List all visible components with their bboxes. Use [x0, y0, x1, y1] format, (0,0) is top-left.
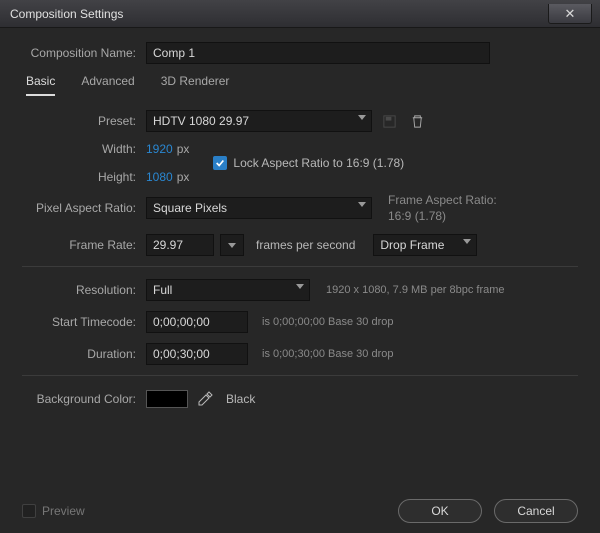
preset-label: Preset:	[22, 114, 146, 128]
duration-field[interactable]	[146, 343, 248, 365]
composition-name-input[interactable]	[146, 42, 490, 64]
titlebar: Composition Settings ✕	[0, 0, 600, 28]
preview-checkbox[interactable]: Preview	[22, 504, 85, 518]
background-color-name: Black	[226, 392, 255, 406]
preset-select[interactable]	[146, 110, 372, 132]
frame-rate-field[interactable]	[146, 234, 214, 256]
duration-hint: is 0;00;30;00 Base 30 drop	[262, 348, 393, 360]
cancel-button[interactable]: Cancel	[494, 499, 578, 523]
resolution-label: Resolution:	[22, 283, 146, 297]
resolution-hint: 1920 x 1080, 7.9 MB per 8bpc frame	[326, 284, 505, 296]
start-timecode-hint: is 0;00;00;00 Base 30 drop	[262, 316, 393, 328]
close-button[interactable]: ✕	[548, 4, 592, 24]
tab-advanced[interactable]: Advanced	[81, 74, 134, 96]
start-timecode-field[interactable]	[146, 311, 248, 333]
width-field[interactable]: 1920	[146, 142, 173, 156]
save-preset-button[interactable]	[378, 110, 400, 132]
start-timecode-label: Start Timecode:	[22, 315, 146, 329]
background-color-swatch[interactable]	[146, 390, 188, 408]
width-label: Width:	[22, 142, 146, 156]
drop-frame-select[interactable]	[373, 234, 477, 256]
frame-aspect-ratio-value: 16:9 (1.78)	[388, 208, 497, 224]
tab-3d-renderer[interactable]: 3D Renderer	[161, 74, 230, 96]
composition-name-label: Composition Name:	[22, 46, 146, 60]
pixel-aspect-ratio-select[interactable]	[146, 197, 372, 219]
trash-icon	[410, 114, 425, 129]
lock-aspect-label: Lock Aspect Ratio to 16:9 (1.78)	[233, 156, 404, 170]
resolution-select[interactable]	[146, 279, 310, 301]
height-unit: px	[177, 170, 190, 184]
frame-aspect-ratio-info: Frame Aspect Ratio: 16:9 (1.78)	[388, 192, 497, 224]
frame-rate-unit: frames per second	[256, 238, 355, 252]
preview-label: Preview	[42, 504, 85, 518]
frame-aspect-ratio-label: Frame Aspect Ratio:	[388, 192, 497, 208]
window-title: Composition Settings	[10, 7, 123, 21]
delete-preset-button[interactable]	[406, 110, 428, 132]
check-icon	[213, 156, 227, 170]
save-preset-icon	[382, 114, 397, 129]
close-icon: ✕	[565, 7, 576, 20]
frame-rate-menu-button[interactable]	[220, 234, 244, 256]
background-color-label: Background Color:	[22, 392, 146, 406]
eyedropper-button[interactable]	[194, 388, 216, 410]
chevron-down-icon	[228, 243, 236, 248]
check-icon	[22, 504, 36, 518]
lock-aspect-checkbox[interactable]: Lock Aspect Ratio to 16:9 (1.78)	[213, 156, 404, 170]
divider	[22, 375, 578, 376]
duration-label: Duration:	[22, 347, 146, 361]
tab-bar: Basic Advanced 3D Renderer	[26, 74, 578, 96]
width-unit: px	[177, 142, 190, 156]
ok-button[interactable]: OK	[398, 499, 482, 523]
divider	[22, 266, 578, 267]
pixel-aspect-ratio-label: Pixel Aspect Ratio:	[22, 201, 146, 215]
frame-rate-label: Frame Rate:	[22, 238, 146, 252]
height-label: Height:	[22, 170, 146, 184]
tab-basic[interactable]: Basic	[26, 74, 55, 96]
eyedropper-icon	[197, 391, 213, 407]
height-field[interactable]: 1080	[146, 170, 173, 184]
